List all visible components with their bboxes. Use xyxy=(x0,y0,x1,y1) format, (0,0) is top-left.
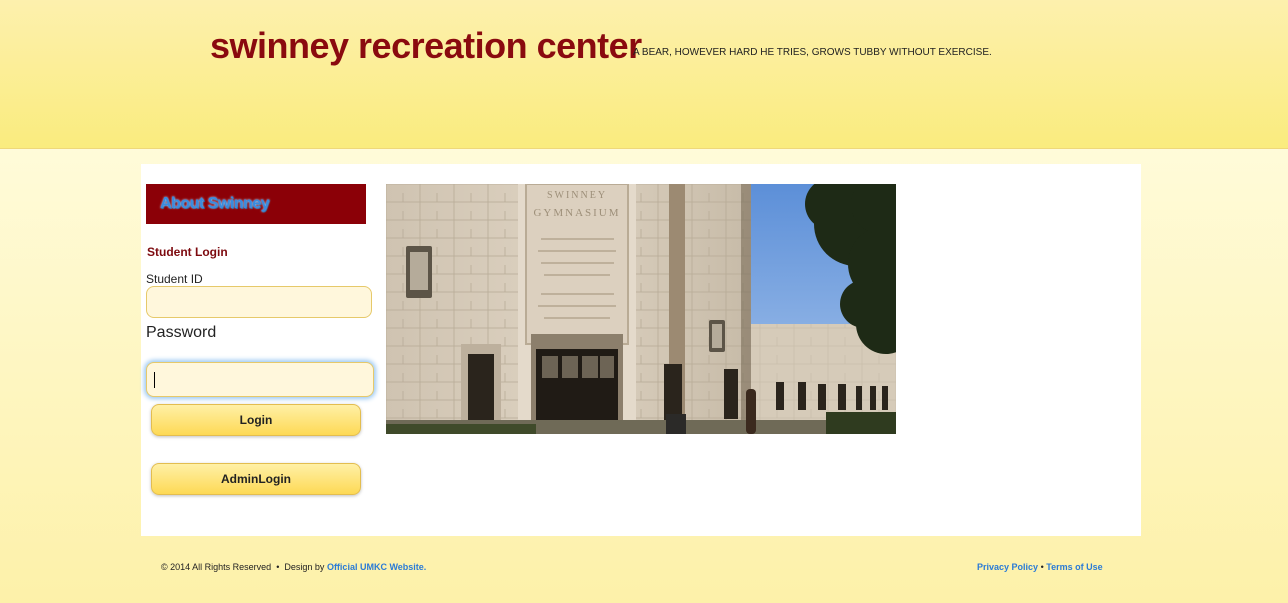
gymnasium-photo-drawing: SWINNEY GYMNASIUM xyxy=(386,184,896,434)
password-label: Password xyxy=(146,324,217,341)
student-login-heading: Student Login xyxy=(147,245,228,259)
terms-of-use-link[interactable]: Terms of Use xyxy=(1046,562,1102,572)
photo-inscription-bottom: GYMNASIUM xyxy=(533,207,620,219)
photo-inscription-top: SWINNEY xyxy=(547,190,607,201)
main-content: About Swinney Student Login Student ID P… xyxy=(141,164,1141,536)
site-tagline: A BEAR, HOWEVER HARD HE TRIES, GROWS TUB… xyxy=(633,47,992,58)
privacy-policy-link[interactable]: Privacy Policy xyxy=(977,562,1038,572)
umkc-website-link[interactable]: Official UMKC Website xyxy=(327,562,424,572)
footer-separator: • xyxy=(276,562,280,572)
lamp-left xyxy=(406,246,432,298)
site-header: swinney recreation center A BEAR, HOWEVE… xyxy=(0,0,1288,149)
student-id-input[interactable] xyxy=(146,286,372,318)
login-button[interactable]: Login xyxy=(151,404,361,436)
copyright-text: © 2014 All Rights Reserved xyxy=(161,562,272,572)
text-caret xyxy=(154,372,155,388)
footer-copyright: © 2014 All Rights Reserved • Design by O… xyxy=(161,562,426,572)
site-title: swinney recreation center xyxy=(210,25,642,66)
footer-link-separator: • xyxy=(1040,562,1044,572)
sidebar-nav: About Swinney xyxy=(146,184,366,224)
footer-links: Privacy Policy • Terms of Use xyxy=(977,562,1103,572)
admin-login-button[interactable]: AdminLogin xyxy=(151,463,361,495)
gymnasium-photo: SWINNEY GYMNASIUM xyxy=(386,184,896,434)
design-by-label: Design by xyxy=(284,562,325,572)
nav-link-about-swinney[interactable]: About Swinney xyxy=(160,195,270,213)
password-input[interactable] xyxy=(146,362,374,397)
lamp-right xyxy=(709,320,725,352)
student-id-label: Student ID xyxy=(146,272,203,286)
design-link-period: . xyxy=(423,562,427,572)
